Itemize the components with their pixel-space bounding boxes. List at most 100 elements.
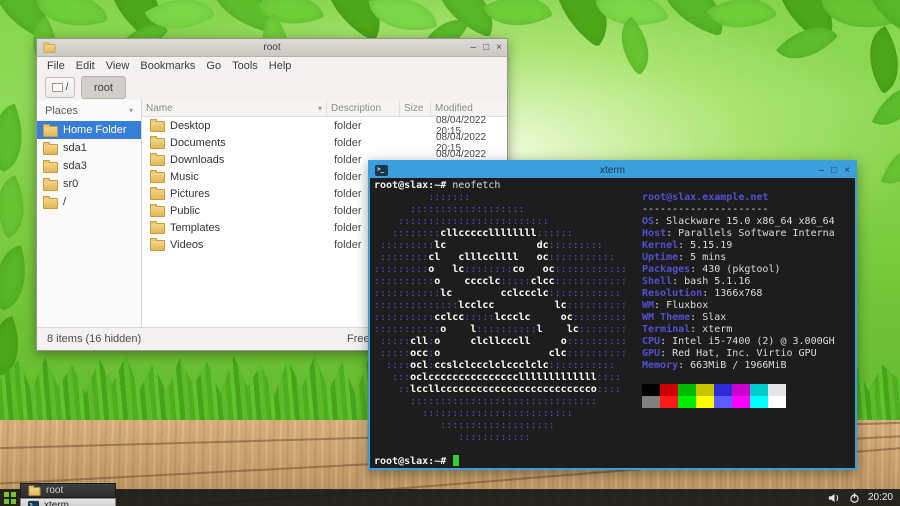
- folder-icon: [150, 138, 165, 149]
- neofetch-info-line: GPU: Red Hat, Inc. Virtio GPU: [642, 348, 835, 360]
- neofetch-info: root@slax.example.net-------------------…: [642, 192, 835, 408]
- root-path-button[interactable]: /: [45, 77, 75, 98]
- terminal-icon: [28, 500, 39, 506]
- folder-icon: [43, 126, 58, 137]
- file-name: Music: [170, 171, 199, 183]
- file-name: Templates: [170, 222, 220, 234]
- neofetch-info-line: Host: Parallels Software Interna: [642, 228, 835, 240]
- folder-icon: [150, 121, 165, 132]
- folder-icon: [150, 240, 165, 251]
- menu-tools[interactable]: Tools: [232, 60, 258, 72]
- menu-bookmarks[interactable]: Bookmarks: [140, 60, 195, 72]
- sidebar-item--[interactable]: /: [37, 193, 141, 211]
- sidebar-item-sda3[interactable]: sda3: [37, 157, 141, 175]
- maximize-button[interactable]: □: [831, 165, 837, 176]
- neofetch-info-line: Shell: bash 5.1.16: [642, 276, 835, 288]
- file-name: Documents: [170, 137, 226, 149]
- folder-icon: [43, 198, 58, 209]
- palette-swatch: [732, 384, 750, 396]
- palette-swatch: [732, 396, 750, 408]
- neofetch-info-line: OS: Slackware 15.0 x86_64 x86_64: [642, 216, 835, 228]
- minimize-button[interactable]: –: [471, 40, 477, 55]
- folder-icon: [43, 180, 58, 191]
- palette-swatch: [750, 396, 768, 408]
- palette-swatch: [678, 396, 696, 408]
- folder-icon: [43, 144, 58, 155]
- places-header[interactable]: Places ▾: [37, 100, 141, 121]
- path-toolbar: / root: [37, 75, 507, 101]
- terminal-prompt-line: root@slax:~#: [374, 455, 459, 468]
- folder-icon: [150, 206, 165, 217]
- menu-file[interactable]: File: [47, 60, 65, 72]
- column-name[interactable]: Name ▾: [142, 100, 327, 116]
- menu-help[interactable]: Help: [269, 60, 292, 72]
- column-description[interactable]: Description: [327, 100, 400, 116]
- neofetch-info-line: Uptime: 5 mins: [642, 252, 835, 264]
- folder-icon: [150, 172, 165, 183]
- palette-swatch: [660, 384, 678, 396]
- sort-descending-icon: ▾: [318, 104, 322, 113]
- path-tab-root[interactable]: root: [81, 76, 126, 99]
- terminal-command-line: root@slax:~# neofetch: [374, 180, 500, 192]
- menu-grid-icon: [4, 492, 9, 497]
- taskbar-task-xterm[interactable]: xterm: [20, 498, 116, 506]
- folder-icon: [150, 223, 165, 234]
- sidebar-item-label: sr0: [63, 178, 78, 190]
- file-description: folder: [334, 120, 406, 132]
- sidebar-item-sda1[interactable]: sda1: [37, 139, 141, 157]
- terminal-cursor: [453, 455, 459, 466]
- neofetch-title: root@slax.example.net: [642, 192, 835, 204]
- palette-swatch: [696, 396, 714, 408]
- file-name: Pictures: [170, 188, 210, 200]
- menu-go[interactable]: Go: [206, 60, 221, 72]
- volume-icon[interactable]: [828, 492, 841, 504]
- palette-swatch: [678, 384, 696, 396]
- folder-icon: [150, 189, 165, 200]
- column-size[interactable]: Size: [400, 100, 431, 116]
- menu-view[interactable]: View: [106, 60, 130, 72]
- menu-edit[interactable]: Edit: [76, 60, 95, 72]
- menu-bar: File Edit View Bookmarks Go Tools Help: [37, 57, 507, 75]
- chevron-down-icon[interactable]: ▾: [129, 106, 133, 115]
- file-manager-titlebar[interactable]: root – □ ×: [37, 39, 507, 57]
- palette-swatch: [768, 396, 786, 408]
- maximize-button[interactable]: □: [483, 40, 489, 55]
- palette-swatch: [696, 384, 714, 396]
- app-menu-button[interactable]: [0, 489, 18, 506]
- terminal-color-palette: [642, 396, 835, 408]
- file-description: folder: [334, 137, 406, 149]
- folder-icon: [43, 162, 58, 173]
- folder-icon: [150, 155, 165, 166]
- sidebar-item-sr0[interactable]: sr0: [37, 175, 141, 193]
- file-name: Downloads: [170, 154, 224, 166]
- taskbar-task-root[interactable]: root: [20, 483, 116, 498]
- sidebar-item-label: Home Folder: [63, 124, 127, 136]
- sidebar-item-label: /: [63, 196, 66, 208]
- palette-swatch: [750, 384, 768, 396]
- palette-swatch: [768, 384, 786, 396]
- minimize-button[interactable]: –: [819, 165, 825, 176]
- xterm-title: xterm: [370, 165, 855, 176]
- neofetch-info-line: Memory: 663MiB / 1966MiB: [642, 360, 835, 372]
- file-name: Desktop: [170, 120, 210, 132]
- prompt: root@slax:~#: [374, 180, 446, 191]
- sidebar-item-label: sda1: [63, 142, 87, 154]
- neofetch-info-line: CPU: Intel i5-7400 (2) @ 3.000GH: [642, 336, 835, 348]
- terminal-icon: [375, 165, 388, 176]
- status-item-count: 8 items (16 hidden): [47, 333, 141, 345]
- file-name: Public: [170, 205, 200, 217]
- terminal-content[interactable]: root@slax:~# neofetch ::::::: ::::::::::…: [370, 178, 855, 468]
- palette-swatch: [714, 396, 732, 408]
- palette-swatch: [714, 384, 732, 396]
- xterm-window[interactable]: xterm – □ × root@slax:~# neofetch ::::::…: [368, 160, 857, 470]
- window-title: root: [37, 42, 507, 53]
- close-button[interactable]: ×: [496, 40, 502, 55]
- neofetch-info-line: WM Theme: Slax: [642, 312, 835, 324]
- sidebar-item-home-folder[interactable]: Home Folder: [37, 121, 141, 139]
- neofetch-info-line: Terminal: xterm: [642, 324, 835, 336]
- taskbar: rootxterm 20:20: [0, 489, 900, 506]
- close-button[interactable]: ×: [844, 165, 850, 176]
- xterm-titlebar[interactable]: xterm – □ ×: [370, 162, 855, 178]
- neofetch-info-line: Packages: 430 (pkgtool): [642, 264, 835, 276]
- power-icon[interactable]: [849, 492, 860, 504]
